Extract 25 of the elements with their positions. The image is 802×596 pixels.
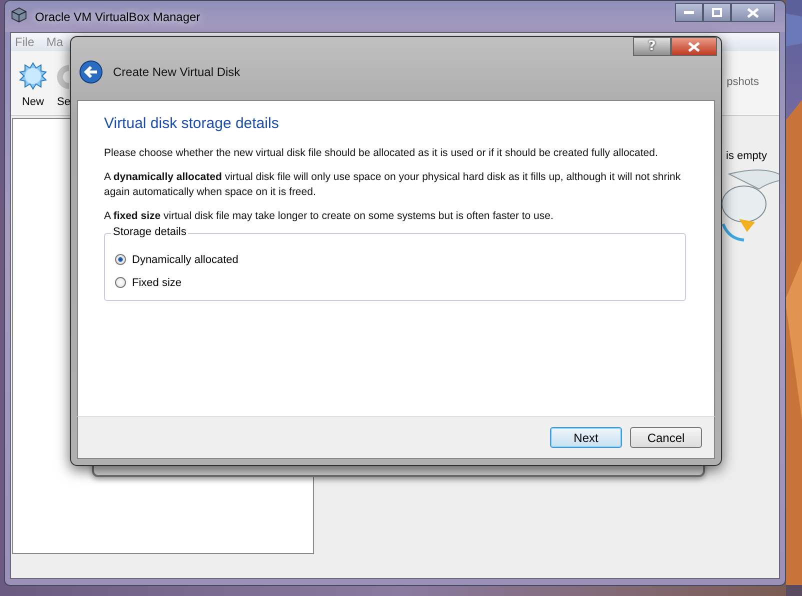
dialog-title: Create New Virtual Disk (113, 64, 240, 78)
close-button[interactable] (671, 37, 717, 56)
settings-button[interactable]: Se (57, 58, 70, 108)
maximize-button[interactable] (703, 3, 731, 22)
radio-option[interactable]: Dynamically allocated (115, 248, 675, 271)
tab-label[interactable]: pshots (726, 76, 759, 88)
description-text: A fixed size virtual disk file may take longer to create on some systems but is often faster to use. (104, 209, 554, 224)
starburst-icon (19, 62, 47, 90)
description-text: A dynamically allocated virtual disk file will only use space on your physical hard disk as it fills up, although it will not shrink again automatically when space on it is freed. (104, 170, 682, 200)
cancel-button[interactable]: Cancel (630, 427, 702, 448)
page-heading: Virtual disk storage details (104, 115, 280, 132)
minimize-button[interactable] (675, 3, 703, 22)
empty-message: is empty (726, 150, 767, 162)
close-button[interactable] (731, 3, 775, 22)
maximize-icon (712, 8, 722, 17)
next-button[interactable]: Next (550, 427, 622, 448)
group-title: Storage details (111, 226, 188, 238)
radio-option[interactable]: Fixed size (115, 271, 675, 294)
window-title: Oracle VM VirtualBox Manager (35, 10, 200, 24)
description-text: Please choose whether the new virtual disk file should be allocated as it is used or if it should be created fully allocated. (104, 146, 659, 161)
back-button[interactable] (79, 60, 103, 84)
close-icon (688, 42, 700, 52)
new-button[interactable]: New (17, 58, 49, 108)
close-icon (747, 8, 759, 18)
minimize-icon (684, 11, 694, 14)
